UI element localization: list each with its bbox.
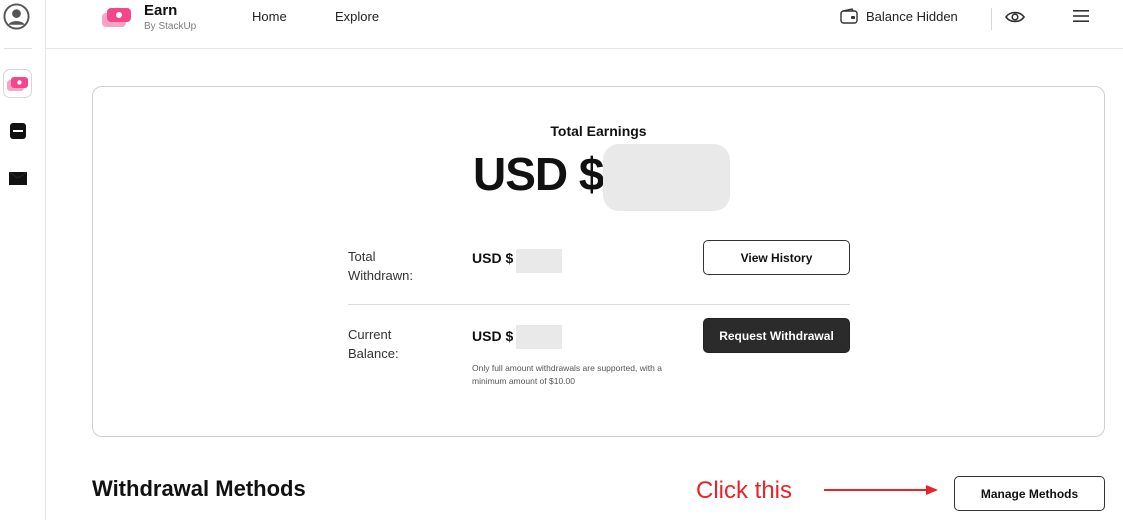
nav-explore-link[interactable]: Explore [335,9,379,24]
rail-app-mail[interactable] [3,164,32,193]
card-row-divider [348,304,850,305]
earn-logo-icon[interactable] [102,6,132,28]
top-navigation-bar: Earn By StackUp Home Explore Balance Hid… [46,0,1123,49]
mail-app-icon [8,172,27,185]
total-earnings-title: Total Earnings [550,123,647,139]
balance-hidden-label: Balance Hidden [866,8,958,24]
topbar-divider [991,8,992,30]
user-avatar-icon[interactable] [3,3,30,30]
current-balance-label-line2: Balance: [348,346,399,361]
annotation-arrow-icon [824,485,938,495]
brand-title[interactable]: Earn [144,2,177,19]
request-withdrawal-button[interactable]: Request Withdrawal [703,318,850,353]
total-earnings-currency: USD $ [473,148,604,200]
balance-visibility-toggle[interactable]: Balance Hidden [840,8,958,24]
eye-icon[interactable] [1004,8,1026,26]
rail-app-earn[interactable] [3,69,32,98]
nav-home-link[interactable]: Home [252,9,287,24]
click-this-annotation: Click this [696,477,793,504]
current-balance-hidden-value [516,325,562,349]
current-balance-label: Current Balance: [348,325,399,363]
view-history-button[interactable]: View History [703,240,850,275]
total-withdrawn-label-line2: Withdrawn: [348,268,414,283]
total-earnings-hidden-value [603,144,730,211]
notebook-app-icon [9,122,26,139]
rail-divider [4,48,32,49]
hamburger-menu-icon[interactable] [1073,9,1089,23]
manage-methods-button[interactable]: Manage Methods [954,476,1105,511]
earnings-summary-card: Total Earnings USD $ Total Withdrawn: US… [92,86,1105,437]
current-balance-label-line1: Current [348,327,392,342]
left-app-rail [0,0,46,520]
brand-subtitle: By StackUp [144,21,197,32]
wallet-icon [840,8,858,24]
current-balance-currency: USD $ [472,328,514,344]
total-withdrawn-currency: USD $ [472,250,514,266]
withdrawal-policy-note: Only full amount withdrawals are support… [472,363,662,386]
withdrawal-methods-heading: Withdrawal Methods [92,476,306,501]
earn-app-icon [6,76,28,91]
rail-app-notebook[interactable] [3,116,32,145]
total-withdrawn-label-line1: Total [348,249,376,264]
total-withdrawn-hidden-value [516,249,562,273]
total-withdrawn-label: Total Withdrawn: [348,247,413,285]
